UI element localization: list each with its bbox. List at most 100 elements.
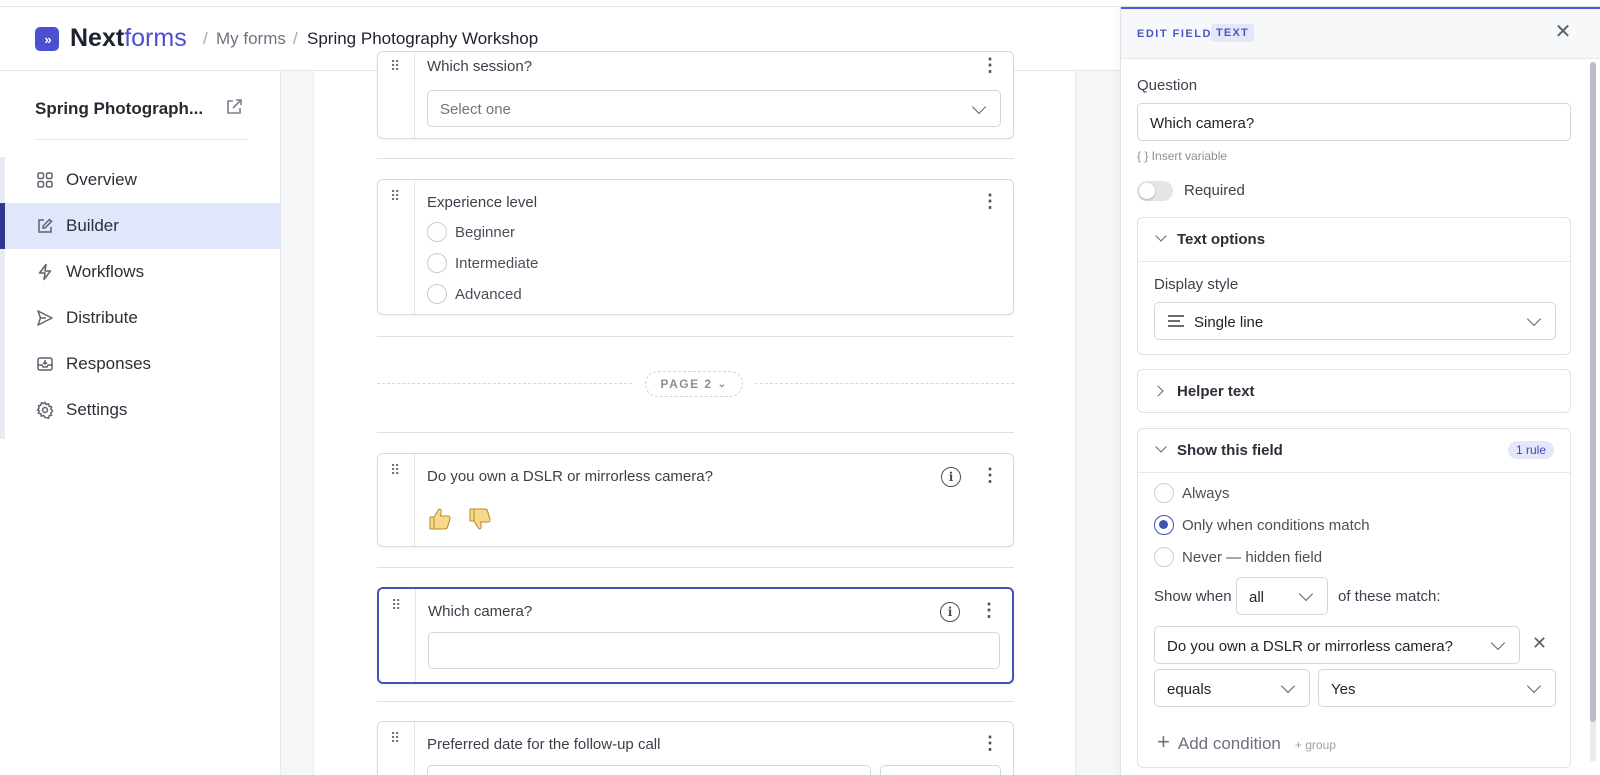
close-icon[interactable]: ✕ bbox=[1553, 22, 1573, 42]
sidebar-item-overview[interactable]: Overview bbox=[5, 157, 281, 203]
question-card-followup[interactable]: ⠿ Preferred date for the follow-up call … bbox=[377, 721, 1014, 775]
display-style-select[interactable]: Single line bbox=[1154, 302, 1556, 340]
of-these-match-label: of these match: bbox=[1338, 588, 1441, 605]
sidebar-item-responses[interactable]: Responses bbox=[5, 341, 281, 387]
date-input[interactable] bbox=[427, 765, 871, 775]
breadcrumb-my-forms[interactable]: My forms bbox=[216, 29, 286, 49]
match-mode-select[interactable]: all bbox=[1236, 577, 1328, 615]
drag-handle[interactable]: ⠿ bbox=[378, 52, 415, 138]
camera-text-input[interactable] bbox=[428, 632, 1000, 669]
condition-value-select[interactable]: Yes bbox=[1318, 669, 1556, 707]
question-input-value: Which camera? bbox=[1150, 115, 1255, 132]
show-field-section: Show this field 1 rule Always Only when … bbox=[1137, 428, 1571, 768]
question-separator bbox=[377, 701, 1014, 702]
info-icon[interactable]: i bbox=[941, 467, 961, 487]
remove-condition-icon[interactable]: ✕ bbox=[1532, 633, 1547, 654]
sidebar-item-distribute[interactable]: Distribute bbox=[5, 295, 281, 341]
logo[interactable]: Nextforms bbox=[70, 23, 187, 53]
visibility-option-conditional[interactable]: Only when conditions match bbox=[1154, 515, 1370, 535]
radio-button[interactable] bbox=[427, 253, 447, 273]
sidebar-item-workflows[interactable]: Workflows bbox=[5, 249, 281, 295]
question-separator bbox=[377, 336, 1014, 337]
thumbs-down-icon[interactable] bbox=[467, 506, 493, 539]
external-link-icon[interactable] bbox=[225, 98, 243, 116]
toggle-knob bbox=[1139, 183, 1155, 199]
visibility-option-always[interactable]: Always bbox=[1154, 483, 1230, 503]
sidebar-divider bbox=[35, 139, 248, 140]
drag-handle[interactable]: ⠿ bbox=[378, 722, 415, 775]
select-placeholder: Select one bbox=[440, 101, 511, 118]
question-card-camera[interactable]: ⠿ Which camera? i ⋮ bbox=[377, 587, 1014, 684]
add-condition-button[interactable]: Add condition bbox=[1178, 734, 1281, 754]
radio-label: Advanced bbox=[455, 285, 522, 303]
drag-dots-icon: ⠿ bbox=[390, 188, 402, 204]
sidebar-item-label: Distribute bbox=[66, 308, 138, 327]
sidebar-item-label: Workflows bbox=[66, 262, 145, 281]
logo-bold-text: Next bbox=[70, 24, 125, 52]
scrollbar-thumb[interactable] bbox=[1590, 62, 1596, 722]
chevron-down-icon bbox=[971, 99, 987, 115]
question-text: Do you own a DSLR or mirrorless camera? bbox=[427, 468, 713, 485]
kebab-menu-icon[interactable]: ⋮ bbox=[981, 466, 999, 484]
gear-icon bbox=[36, 401, 54, 419]
session-select[interactable]: Select one bbox=[427, 90, 1001, 127]
logo-icon[interactable]: » bbox=[35, 27, 59, 51]
text-options-header[interactable]: Text options bbox=[1138, 218, 1570, 261]
radio-option[interactable]: Advanced bbox=[427, 284, 522, 304]
page-break-pill[interactable]: PAGE 2 ⌄ bbox=[645, 371, 743, 397]
question-input[interactable]: Which camera? bbox=[1137, 103, 1571, 141]
drag-handle[interactable]: ⠿ bbox=[378, 454, 415, 546]
radio-button[interactable] bbox=[1154, 547, 1174, 567]
time-input[interactable] bbox=[880, 765, 1001, 775]
kebab-menu-icon[interactable]: ⋮ bbox=[981, 734, 999, 752]
section-divider bbox=[1138, 261, 1570, 262]
section-divider bbox=[1138, 472, 1570, 473]
show-field-header[interactable]: Show this field 1 rule bbox=[1138, 429, 1570, 472]
radio-option[interactable]: Beginner bbox=[427, 222, 515, 242]
sidebar-item-settings[interactable]: Settings bbox=[5, 387, 281, 433]
radio-button-selected[interactable] bbox=[1154, 515, 1174, 535]
drag-dots-icon: ⠿ bbox=[390, 462, 402, 478]
chevron-down-icon bbox=[1526, 678, 1542, 694]
info-icon[interactable]: i bbox=[940, 602, 960, 622]
grid-icon bbox=[36, 171, 54, 189]
panel-header-label: EDIT FIELD bbox=[1137, 28, 1212, 40]
show-when-label: Show when bbox=[1154, 588, 1232, 605]
question-label: Question bbox=[1137, 77, 1198, 94]
thumbs-up-icon[interactable] bbox=[427, 506, 453, 539]
chevron-down-icon: ⌄ bbox=[717, 378, 728, 390]
radio-option[interactable]: Intermediate bbox=[427, 253, 538, 273]
question-card-session[interactable]: ⠿ Which session? ⋮ Select one bbox=[377, 51, 1014, 139]
question-card-dslr[interactable]: ⠿ Do you own a DSLR or mirrorless camera… bbox=[377, 453, 1014, 547]
kebab-menu-icon[interactable]: ⋮ bbox=[981, 192, 999, 210]
helper-text-header[interactable]: Helper text bbox=[1138, 370, 1570, 413]
chevron-down-icon bbox=[1155, 230, 1167, 242]
sidebar-item-builder[interactable]: Builder bbox=[0, 203, 281, 249]
radio-label: Always bbox=[1182, 484, 1230, 502]
chevron-down-icon bbox=[1526, 311, 1542, 327]
radio-button[interactable] bbox=[427, 284, 447, 304]
insert-variable-link[interactable]: { } Insert variable bbox=[1137, 149, 1227, 163]
page-break: PAGE 2 ⌄ bbox=[377, 371, 1014, 397]
question-text: Which camera? bbox=[428, 603, 533, 620]
kebab-menu-icon[interactable]: ⋮ bbox=[980, 601, 998, 619]
drag-handle[interactable]: ⠿ bbox=[378, 180, 415, 314]
kebab-menu-icon[interactable]: ⋮ bbox=[981, 56, 999, 74]
condition-field-select[interactable]: Do you own a DSLR or mirrorless camera? bbox=[1154, 626, 1520, 664]
condition-operator-select[interactable]: equals bbox=[1154, 669, 1310, 707]
top-band bbox=[0, 0, 1600, 7]
sidebar-item-label: Builder bbox=[66, 216, 119, 235]
radio-button[interactable] bbox=[427, 222, 447, 242]
page-break-line bbox=[755, 383, 1014, 384]
add-group-button[interactable]: + group bbox=[1295, 738, 1336, 752]
chevron-right-icon bbox=[1152, 385, 1164, 397]
section-title: Text options bbox=[1177, 231, 1266, 248]
sidebar-item-label: Overview bbox=[66, 170, 137, 189]
plus-icon[interactable]: + bbox=[1157, 729, 1170, 755]
visibility-option-never[interactable]: Never — hidden field bbox=[1154, 547, 1322, 567]
required-toggle[interactable] bbox=[1137, 181, 1173, 201]
question-card-experience[interactable]: ⠿ Experience level ⋮ Beginner Intermedia… bbox=[377, 179, 1014, 315]
sidebar-item-label: Settings bbox=[66, 400, 128, 419]
drag-handle[interactable]: ⠿ bbox=[379, 589, 416, 682]
radio-button[interactable] bbox=[1154, 483, 1174, 503]
